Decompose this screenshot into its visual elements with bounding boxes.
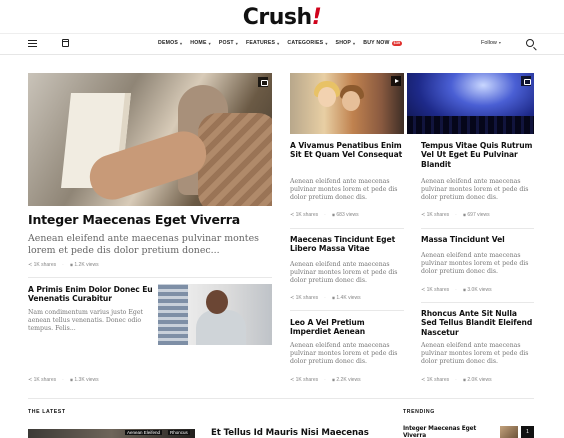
post-excerpt: Aenean eleifend ante maecenas pulvinar m… <box>421 342 529 366</box>
view-count: 697 views <box>463 212 489 218</box>
nav-item-home[interactable]: HOME ▾ <box>190 40 211 46</box>
share-count[interactable]: 1K shares <box>28 262 57 268</box>
divider <box>421 228 534 229</box>
view-count: 1.3K views <box>70 377 98 383</box>
view-count: 1.2K views <box>70 262 98 268</box>
chevron-down-icon: ▾ <box>208 40 211 46</box>
latest-image[interactable]: Aenean Eleifend Rhoncus <box>28 429 195 438</box>
side-post-excerpt: Nam condimentum varius justo Eget aenean… <box>28 309 144 333</box>
post-title[interactable]: Leo A Vel Pretium Imperdiet Aenean <box>290 318 404 337</box>
post-excerpt: Aenean eleifend ante maecenas pulvinar m… <box>290 178 398 202</box>
play-icon <box>391 76 401 86</box>
section-label-trending: TRENDING <box>403 409 435 415</box>
post-meta: 1K shares · 1.4K views <box>290 295 361 301</box>
calendar-icon[interactable] <box>62 39 69 47</box>
chevron-down-icon: ▾ <box>498 40 501 45</box>
price-badge: $39 <box>391 40 403 46</box>
nav-menu: DEMOS ▾ HOME ▾ POST ▾ FEATURES ▾ CATEGORIES ▾… <box>158 40 403 46</box>
side-post-title[interactable]: A Primis Enim Dolor Donec Eu Venenatis C… <box>28 285 153 304</box>
view-count: 2.0K views <box>463 377 491 383</box>
side-post-image[interactable] <box>158 284 272 345</box>
chevron-down-icon: ▾ <box>235 40 238 46</box>
post-meta: 1K shares · 2.2K views <box>290 377 361 383</box>
post-meta: 1K shares · 683 views <box>290 212 359 218</box>
share-count[interactable]: 1K shares <box>290 212 319 218</box>
post-excerpt: Aenean eleifend ante maecenas pulvinar m… <box>290 261 398 285</box>
share-count[interactable]: 1K shares <box>421 287 450 293</box>
chevron-down-icon: ▾ <box>353 40 356 46</box>
menu-icon[interactable] <box>28 40 37 47</box>
divider <box>290 228 404 229</box>
share-count[interactable]: 1K shares <box>290 377 319 383</box>
post-title[interactable]: Tempus Vitae Quis Rutrum Vel Ut Eget Eu … <box>421 141 534 169</box>
post-title[interactable]: A Vivamus Penatibus Enim Sit Et Quam Vel… <box>290 141 404 160</box>
post-excerpt: Aenean eleifend ante maecenas pulvinar m… <box>421 252 529 276</box>
gallery-icon <box>521 76 531 86</box>
chevron-down-icon: ▾ <box>180 40 183 46</box>
divider <box>421 302 534 303</box>
nav-item-features[interactable]: FEATURES ▾ <box>246 40 279 46</box>
trending-title[interactable]: Integer Maecenas Eget Viverra <box>403 426 495 438</box>
gallery-icon <box>258 77 268 87</box>
featured-excerpt: Aenean eleifend ante maecenas pulvinar m… <box>28 233 259 256</box>
category-tag[interactable]: Aenean Eleifend <box>125 430 163 435</box>
main-nav: DEMOS ▾ HOME ▾ POST ▾ FEATURES ▾ CATEGORIES ▾… <box>0 33 564 55</box>
trending-rank: 1 <box>521 426 534 438</box>
share-count[interactable]: 1K shares <box>421 212 450 218</box>
nav-item-categories[interactable]: CATEGORIES ▾ <box>287 40 327 46</box>
divider <box>290 310 404 311</box>
view-count: 3.0K views <box>463 287 491 293</box>
post-image[interactable] <box>290 73 404 134</box>
latest-title[interactable]: Et Tellus Id Mauris Nisi Maecenas <box>211 428 369 438</box>
post-meta: 1K shares · 2.0K views <box>421 377 492 383</box>
nav-item-demos[interactable]: DEMOS ▾ <box>158 40 182 46</box>
chevron-down-icon: ▾ <box>325 40 328 46</box>
section-divider <box>28 398 534 399</box>
post-meta: 1K shares · 697 views <box>421 212 490 218</box>
search-icon[interactable] <box>526 39 534 47</box>
post-title[interactable]: Massa Tincidunt Vel <box>421 235 534 244</box>
nav-item-buy-now[interactable]: BUY NOW $39 <box>363 40 403 46</box>
divider <box>28 277 272 278</box>
section-label-latest: THE LATEST <box>28 409 66 415</box>
post-meta: 1K shares · 3.0K views <box>421 287 492 293</box>
follow-button[interactable]: Follow ▾ <box>481 40 501 46</box>
nav-item-shop[interactable]: SHOP ▾ <box>336 40 356 46</box>
nav-item-post[interactable]: POST ▾ <box>219 40 238 46</box>
trending-image[interactable] <box>500 426 518 438</box>
site-logo[interactable]: Crush! <box>0 5 564 30</box>
chevron-down-icon: ▾ <box>277 40 280 46</box>
view-count: 2.2K views <box>332 377 360 383</box>
post-excerpt: Aenean eleifend ante maecenas pulvinar m… <box>421 178 529 202</box>
share-count[interactable]: 1K shares <box>28 377 57 383</box>
share-count[interactable]: 1K shares <box>421 377 450 383</box>
side-post-meta: 1K shares · 1.3K views <box>28 377 99 383</box>
category-tag[interactable]: Rhoncus <box>168 430 190 435</box>
post-image[interactable] <box>407 73 534 134</box>
featured-meta: 1K shares · 1.2K views <box>28 262 99 268</box>
post-title[interactable]: Maecenas Tincidunt Eget Libero Massa Vit… <box>290 235 404 254</box>
featured-title[interactable]: Integer Maecenas Eget Viverra <box>28 212 240 227</box>
post-title[interactable]: Rhoncus Ante Sit Nulla Sed Tellus Blandi… <box>421 309 534 337</box>
view-count: 1.4K views <box>332 295 360 301</box>
post-excerpt: Aenean eleifend ante maecenas pulvinar m… <box>290 342 398 366</box>
share-count[interactable]: 1K shares <box>290 295 319 301</box>
featured-image[interactable] <box>28 73 272 206</box>
view-count: 683 views <box>332 212 358 218</box>
